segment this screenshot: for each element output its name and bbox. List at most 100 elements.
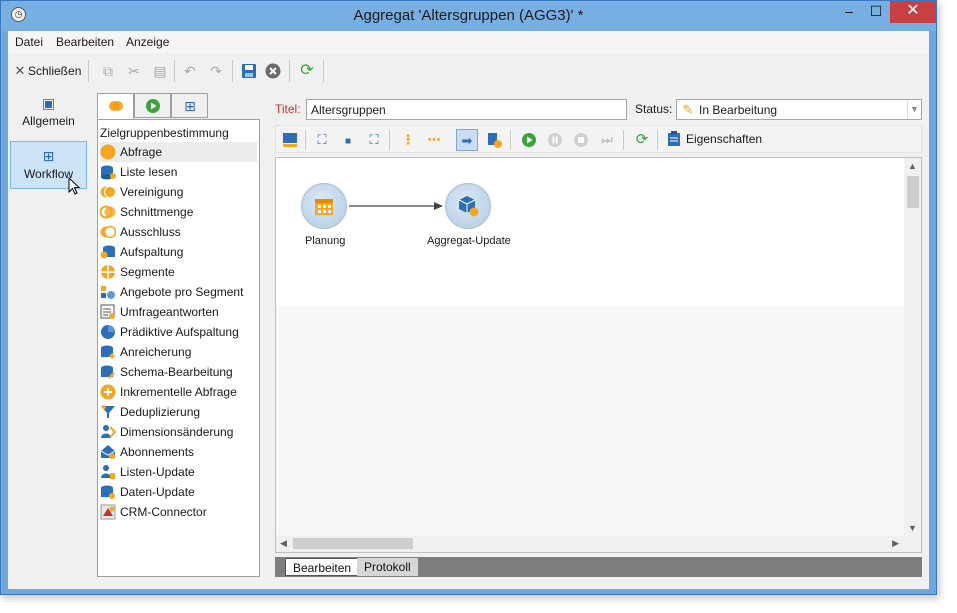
list-item[interactable]: Abonnements — [100, 442, 257, 462]
scroll-thumb[interactable] — [293, 538, 413, 549]
step-button[interactable]: ⏭ — [596, 129, 618, 151]
toolbar-separator — [510, 130, 511, 150]
activity-button[interactable] — [483, 129, 505, 151]
main-toolbar: ✕ Schließen ⧉ ✂ ▤ ↶ ↷ ⟳ — [8, 55, 929, 87]
list-item[interactable]: Dimensionsänderung — [100, 422, 257, 442]
title-input[interactable]: Altersgruppen — [306, 99, 627, 120]
close-window-button[interactable]: ✕ — [890, 1, 936, 23]
list-item[interactable]: Aufspaltung — [100, 242, 257, 262]
stop-button[interactable] — [570, 129, 592, 151]
list-item-label: CRM-Connector — [120, 505, 207, 519]
list-item[interactable]: Inkrementelle Abfrage — [100, 382, 257, 402]
list-item[interactable]: Ausschluss — [100, 222, 257, 242]
list-item-label: Listen-Update — [120, 465, 195, 479]
bottom-tab-bar: Bearbeiten Protokoll — [275, 557, 922, 577]
menu-anzeige[interactable]: Anzeige — [126, 35, 169, 49]
canvas-inactive-area — [276, 306, 904, 536]
list-item-label: Inkrementelle Abfrage — [120, 385, 237, 399]
list-item[interactable]: CRM-Connector — [100, 502, 257, 522]
paste-icon: ▤ — [153, 63, 167, 79]
redo-button[interactable]: ↷ — [208, 60, 224, 82]
list-item[interactable]: Schnittmenge — [100, 202, 257, 222]
nav-allgemein[interactable]: ▣ Allgemein — [10, 89, 87, 137]
zoom-fit-button[interactable]: ⛶ — [311, 129, 333, 151]
title-bar[interactable]: ◷ Aggregat 'Altersgruppen (AGG3)' * – ☐ … — [1, 1, 936, 31]
list-item-label: Prädiktive Aufspaltung — [120, 325, 239, 339]
transition-button[interactable]: ➡ — [456, 129, 478, 151]
horizontal-align-button[interactable]: ⋯ — [423, 129, 445, 151]
list-item[interactable]: Umfrageantworten — [100, 302, 257, 322]
save-button[interactable] — [241, 60, 257, 82]
list-item-label: Aufspaltung — [120, 245, 184, 259]
list-item[interactable]: Schema-Bearbeitung — [100, 362, 257, 382]
list-item[interactable]: Segmente — [100, 262, 257, 282]
toolbar-separator — [323, 60, 324, 82]
scroll-thumb[interactable] — [907, 176, 919, 208]
toolbar-separator — [657, 130, 658, 150]
menu-datei[interactable]: Datei — [15, 35, 43, 49]
list-item[interactable]: Deduplizierung — [100, 402, 257, 422]
transition-arrow[interactable] — [276, 158, 904, 306]
refresh-button[interactable]: ⟳ — [299, 60, 315, 82]
status-select[interactable]: ✎ In Bearbeitung ▼ — [676, 99, 922, 120]
start-button[interactable] — [518, 129, 540, 151]
tab-bearbeiten[interactable]: Bearbeiten — [285, 558, 360, 576]
cancel-button[interactable] — [265, 60, 281, 82]
list-item[interactable]: Abfrage — [100, 142, 257, 162]
tab-actions[interactable]: ⊞ — [171, 93, 208, 118]
cut-button[interactable]: ✂ — [126, 60, 142, 82]
list-item[interactable]: Prädiktive Aufspaltung — [100, 322, 257, 342]
vertical-align-button[interactable]: ⋮ — [397, 129, 419, 151]
menu-bearbeiten[interactable]: Bearbeiten — [56, 35, 114, 49]
palette-tabs: ⊞ — [97, 93, 211, 119]
toolbar-separator — [305, 130, 306, 150]
survey-icon — [100, 304, 115, 319]
zoom-normal-button[interactable]: ■ — [337, 129, 359, 151]
properties-button[interactable]: Eigenschaften — [667, 131, 762, 147]
workflow-node-aggregat-update[interactable] — [445, 183, 491, 229]
chevron-down-icon[interactable]: ▼ — [907, 100, 921, 119]
cube-update-icon — [458, 196, 479, 217]
tab-protokoll[interactable]: Protokoll — [357, 558, 418, 576]
menu-bar: Datei Bearbeiten Anzeige — [8, 31, 929, 53]
horizontal-scrollbar[interactable]: ◀ ▶ — [276, 535, 921, 552]
copy-icon: ⧉ — [103, 63, 113, 79]
list-item[interactable]: Liste lesen — [100, 162, 257, 182]
close-editor-label: Schließen — [28, 64, 82, 78]
toolbar-separator — [88, 60, 89, 82]
close-editor-button[interactable]: ✕ Schließen — [12, 60, 82, 82]
data-update-icon — [101, 485, 115, 499]
workflow-node-planung[interactable] — [301, 183, 347, 229]
chevron-down-icon[interactable]: ▼ — [908, 523, 917, 533]
vertical-scrollbar[interactable]: ▲ ▼ — [904, 158, 921, 536]
predictive-icon — [101, 325, 115, 339]
zoom-expand-button[interactable]: ⛶ — [363, 129, 385, 151]
refresh-icon: ⟳ — [635, 131, 649, 148]
copy-button[interactable]: ⧉ — [100, 60, 116, 82]
chevron-right-icon[interactable]: ▶ — [892, 538, 899, 549]
list-item-label: Ausschluss — [120, 225, 181, 239]
maximize-button[interactable]: ☐ — [863, 1, 889, 23]
chevron-up-icon[interactable]: ▲ — [908, 161, 917, 171]
square-icon: ■ — [344, 136, 352, 147]
list-item-label: Anreicherung — [120, 345, 192, 359]
chevron-left-icon[interactable]: ◀ — [280, 538, 287, 549]
paste-button[interactable]: ▤ — [152, 60, 168, 82]
refresh-workflow-button[interactable]: ⟳ — [631, 129, 653, 151]
minimize-button[interactable]: – — [836, 1, 862, 23]
list-item[interactable]: Anreicherung — [100, 342, 257, 362]
enrichment-icon — [101, 345, 115, 359]
list-item[interactable]: Angebote pro Segment — [100, 282, 257, 302]
list-item[interactable]: Listen-Update — [100, 462, 257, 482]
layout-button[interactable] — [279, 129, 301, 151]
tab-flow-control[interactable] — [134, 93, 171, 118]
pause-button[interactable] — [544, 129, 566, 151]
list-item[interactable]: Daten-Update — [100, 482, 257, 502]
workflow-canvas[interactable]: Planung Aggregat-Update ▲ ▼ ◀ ▶ — [275, 157, 922, 553]
list-item-label: Segmente — [120, 265, 175, 279]
list-item[interactable]: Vereinigung — [100, 182, 257, 202]
tab-targeting[interactable] — [97, 93, 134, 119]
nav-allgemein-label: Allgemein — [22, 114, 75, 128]
list-item-label: Abonnements — [120, 445, 195, 459]
undo-button[interactable]: ↶ — [182, 60, 198, 82]
